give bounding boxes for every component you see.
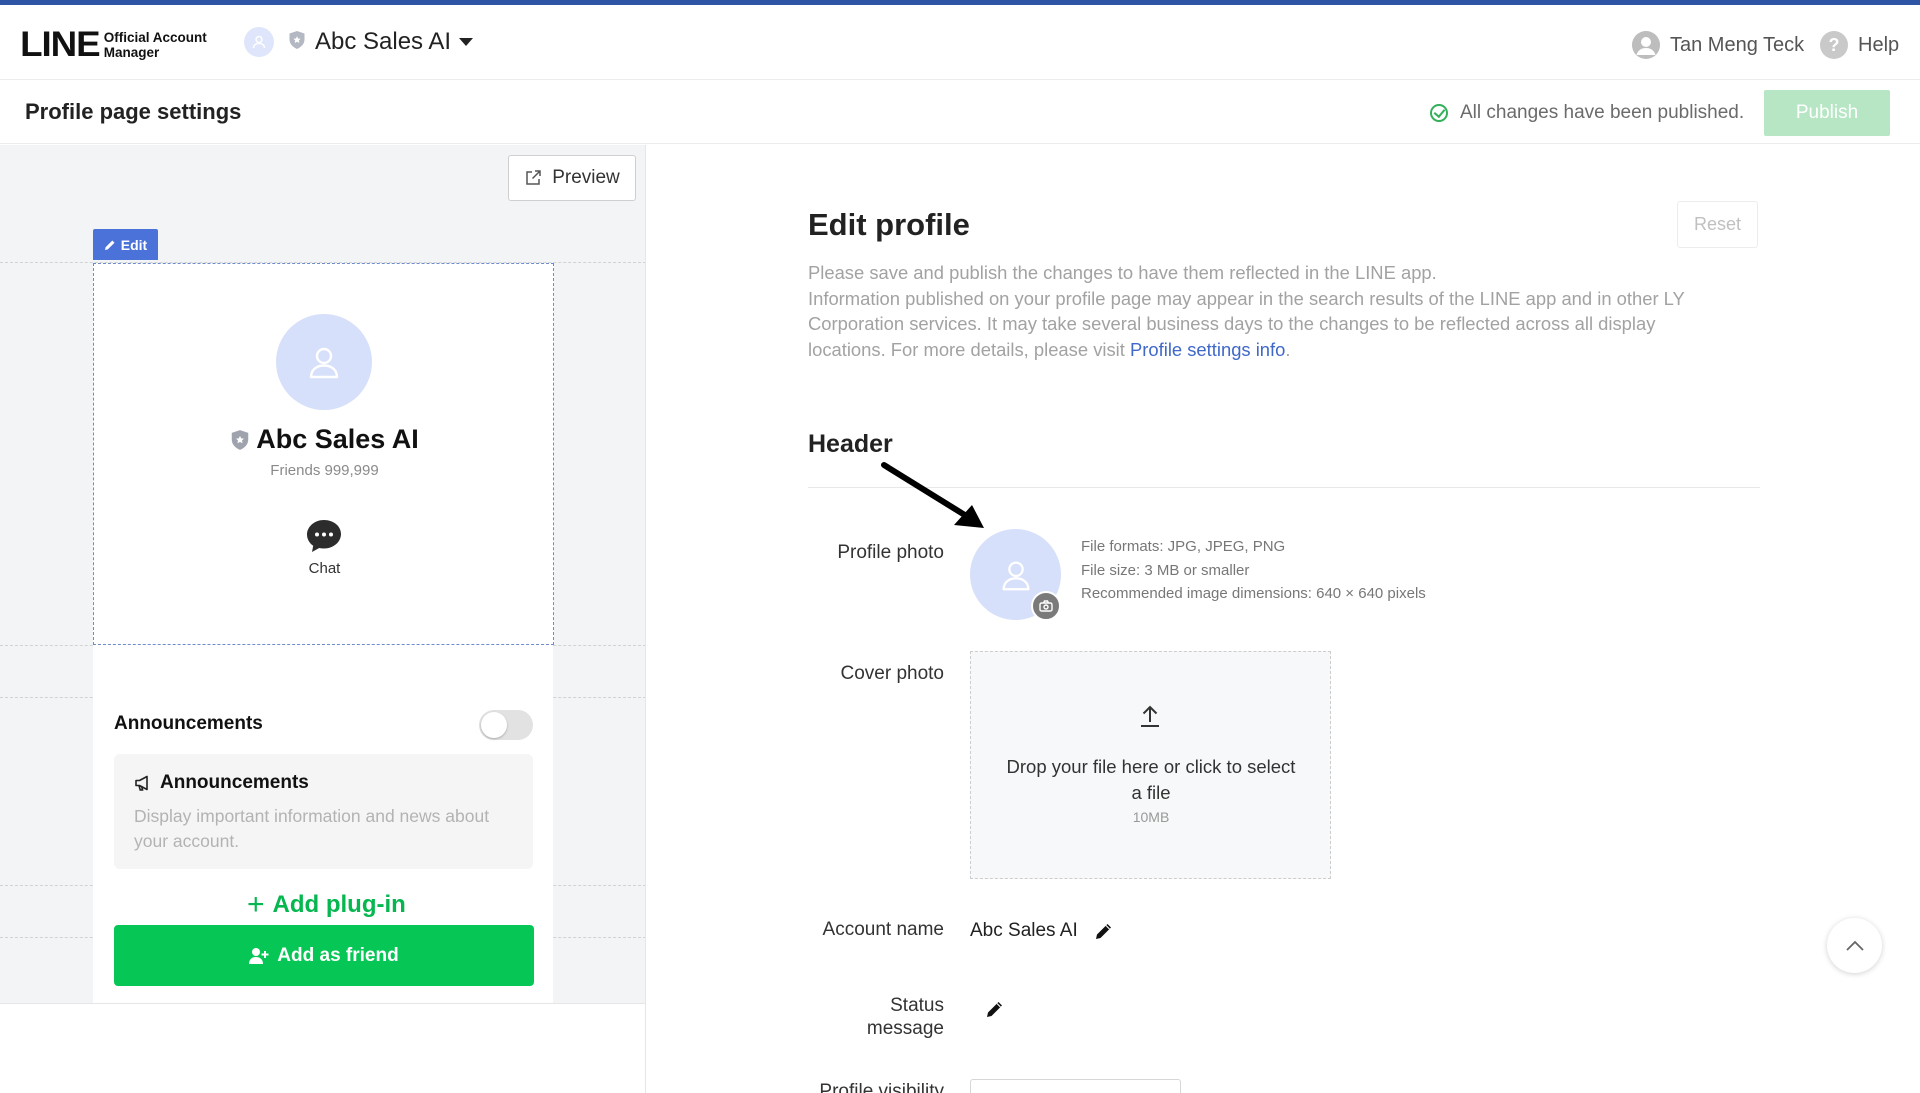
preview-label: Preview xyxy=(552,167,620,188)
logo-subtitle-line2: Manager xyxy=(103,44,160,60)
dropzone-text: Drop your file here or click to select a… xyxy=(1006,756,1296,803)
intro-line1: Please save and publish the changes to h… xyxy=(808,262,1437,283)
preview-button[interactable]: Preview xyxy=(508,155,636,201)
profile-photo-info-size: File size: 3 MB or smaller xyxy=(1081,561,1250,579)
add-plugin-button[interactable]: + Add plug-in xyxy=(247,890,406,920)
cover-photo-label: Cover photo xyxy=(840,663,944,684)
user-menu[interactable]: Tan Meng Teck xyxy=(1632,31,1804,59)
help-icon: ? xyxy=(1820,31,1848,59)
announcements-header: Announcements xyxy=(114,713,263,734)
edit-tag-label: Edit xyxy=(120,236,148,253)
preview-account-name-text: Abc Sales AI xyxy=(256,424,419,454)
announcements-card-description: Display important information and news a… xyxy=(134,806,490,851)
logo-subtitle: Official Account Manager xyxy=(104,30,207,60)
reset-button[interactable]: Reset xyxy=(1677,201,1758,248)
camera-icon[interactable] xyxy=(1031,591,1061,621)
external-link-icon xyxy=(526,170,541,185)
add-as-friend-label: Add as friend xyxy=(277,944,399,966)
user-name: Tan Meng Teck xyxy=(1670,33,1805,56)
publish-status-text: All changes have been published. xyxy=(1460,102,1745,123)
cover-photo-dropzone[interactable]: Drop your file here or click to select a… xyxy=(970,651,1331,879)
profile-preview-panel: Preview Edit Abc Sales AI Friends 999,99… xyxy=(0,145,646,1093)
account-name: Abc Sales AI xyxy=(315,28,452,55)
preview-account-name: Abc Sales AI xyxy=(94,424,555,455)
megaphone-icon xyxy=(135,775,148,791)
announcements-toggle[interactable] xyxy=(479,710,533,740)
scroll-to-top-button[interactable] xyxy=(1827,918,1882,973)
dropzone-size-limit: 10MB xyxy=(1132,809,1170,825)
caret-down-icon xyxy=(459,38,474,46)
status-message-label-line2: message xyxy=(866,1018,944,1039)
help-link[interactable]: ? Help xyxy=(1820,31,1899,59)
status-message-label: Status message xyxy=(804,994,944,1040)
shield-icon xyxy=(231,429,249,450)
help-label: Help xyxy=(1858,33,1900,56)
edit-status-message-pencil-icon[interactable] xyxy=(985,999,1005,1019)
chevron-up-icon xyxy=(1845,940,1864,951)
check-circle-icon xyxy=(1430,104,1448,122)
shield-icon xyxy=(288,30,306,55)
profile-settings-info-link[interactable]: Profile settings info xyxy=(1130,339,1285,360)
publish-button[interactable]: Publish xyxy=(1764,90,1890,136)
publish-status: All changes have been published. xyxy=(1430,102,1744,124)
upload-icon xyxy=(1141,705,1159,727)
arrow-annotation xyxy=(881,462,984,528)
top-navbar: LINE Official Account Manager Abc Sales … xyxy=(0,5,1920,80)
account-switcher[interactable]: Abc Sales AI xyxy=(244,27,474,57)
profile-visibility-select[interactable] xyxy=(970,1079,1181,1093)
status-message-label-line1: Status xyxy=(890,995,944,1016)
profile-visibility-label: Profile visibility xyxy=(819,1081,944,1093)
account-name-value: Abc Sales AI xyxy=(970,920,1078,941)
user-avatar-icon xyxy=(1632,31,1660,59)
header-preview-block[interactable]: Abc Sales AI Friends 999,999 Chat xyxy=(93,263,554,645)
announcements-card-title-text: Announcements xyxy=(160,772,309,793)
intro-end: . xyxy=(1285,338,1291,360)
preview-friends-count: Friends 999,999 xyxy=(270,462,379,479)
announcements-card-title: Announcements xyxy=(134,772,309,794)
edit-account-name-pencil-icon[interactable] xyxy=(1094,921,1114,941)
profile-photo-label: Profile photo xyxy=(837,542,944,563)
add-plugin-label: Add plug-in xyxy=(272,891,406,918)
add-user-icon xyxy=(249,947,269,964)
page-header-bar: Profile page settings All changes have b… xyxy=(0,81,1920,144)
add-as-friend-button[interactable]: Add as friend xyxy=(114,925,534,986)
logo-subtitle-line1: Official Account xyxy=(103,29,207,45)
plus-icon: + xyxy=(247,888,265,921)
account-name-label: Account name xyxy=(822,919,944,940)
profile-photo-info-dimensions: Recommended image dimensions: 640 × 640 … xyxy=(1081,585,1426,602)
account-avatar-icon xyxy=(244,27,274,57)
preview-chat-label: Chat xyxy=(308,560,341,577)
profile-photo-info-formats: File formats: JPG, JPEG, PNG xyxy=(1081,538,1286,555)
edit-profile-heading: Edit profile xyxy=(808,207,970,242)
page-title: Profile page settings xyxy=(25,99,242,124)
account-name-value-row: Abc Sales AI xyxy=(970,920,1114,942)
logo-wordmark: LINE xyxy=(20,25,101,64)
pencil-icon xyxy=(104,240,115,250)
line-oam-logo[interactable]: LINE Official Account Manager xyxy=(20,25,207,64)
plugin-area xyxy=(0,1003,645,1093)
edit-profile-intro: Please save and publish the changes to h… xyxy=(808,260,1738,362)
edit-tag-button[interactable]: Edit xyxy=(93,229,158,260)
profile-photo-requirements: File formats: JPG, JPEG, PNG File size: … xyxy=(1081,535,1426,606)
profile-photo-placeholder-icon xyxy=(1002,561,1029,590)
announcements-card[interactable]: Announcements Display important informat… xyxy=(114,754,533,869)
preview-avatar-icon xyxy=(276,314,372,410)
chat-bubble-icon xyxy=(307,520,341,552)
